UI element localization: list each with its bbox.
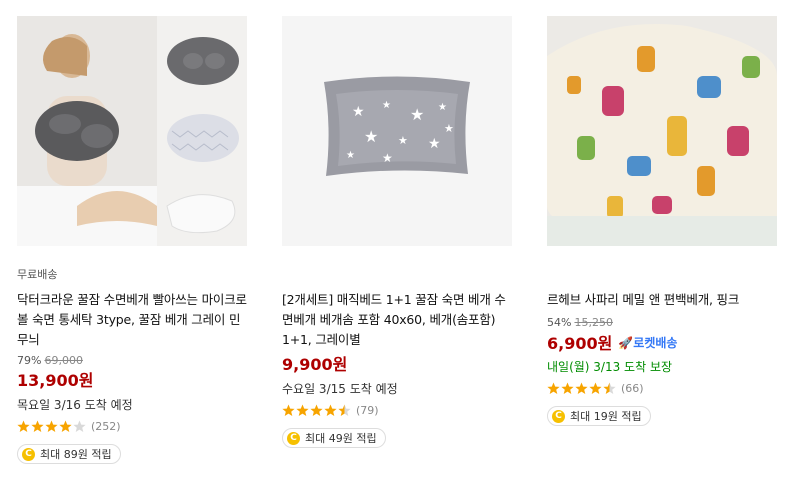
rating[interactable]: (66) [547, 380, 777, 396]
product-card[interactable]: 르헤브 사파리 메밀 앤 편백베개, 핑크 54% 15,250 6,900원 🚀로… [547, 16, 777, 426]
badge-row [282, 266, 512, 284]
star-icon [31, 420, 44, 432]
coin-icon: C [287, 431, 300, 445]
product-image[interactable]: ★ ★ ★ ★ ★ ★ ★ ★ ★ ★ [282, 16, 512, 246]
star-rating [17, 420, 87, 433]
star-icon [73, 420, 86, 432]
delivery-date: 내일(월) 3/13 도착 보장 [547, 360, 673, 374]
star-icon [59, 420, 72, 432]
sale-price: 6,900원 [547, 334, 613, 353]
rating[interactable]: (252) [17, 418, 247, 434]
original-price: 15,250 [574, 316, 613, 329]
cashback-text: 최대 89원 적립 [40, 448, 112, 461]
product-image[interactable] [547, 16, 777, 246]
cashback-text: 최대 49원 적립 [305, 432, 377, 445]
cashback-badge: C 최대 49원 적립 [282, 428, 386, 448]
star-icon [282, 404, 295, 416]
review-count: (252) [91, 419, 121, 433]
discount-row: 54% 15,250 [547, 316, 777, 330]
coin-icon: C [552, 409, 565, 423]
discount-rate: 79% [17, 354, 42, 367]
product-title[interactable]: 르헤브 사파리 메밀 앤 편백베개, 핑크 [547, 290, 777, 312]
rocket-label: 로켓배송 [633, 336, 678, 350]
star-icon [310, 404, 323, 416]
star-rating [547, 382, 617, 395]
cashback-badge: C 최대 89원 적립 [17, 444, 121, 464]
star-icon [575, 382, 588, 394]
star-icon [296, 404, 309, 416]
svg-text:★: ★ [438, 102, 447, 113]
rocket-icon: 🚀 [618, 336, 634, 350]
product-title[interactable]: [2개세트] 매직베드 1+1 꿀잠 숙면 베개 수면베개 베개솜 포함 40x… [282, 290, 512, 352]
discount-rate: 54% [547, 316, 572, 329]
svg-text:★: ★ [346, 150, 355, 161]
product-image[interactable] [17, 16, 247, 246]
original-price: 69,000 [44, 354, 83, 367]
star-icon [561, 382, 574, 394]
badge-row [547, 266, 777, 284]
review-count: (79) [356, 403, 379, 417]
star-icon [324, 404, 337, 416]
review-count: (66) [621, 381, 644, 395]
product-card[interactable]: 무료배송 닥터크라운 꿀잠 수면베개 빨아쓰는 마이크로볼 숙면 통세탁 3ty… [17, 16, 247, 464]
sale-price-row: 6,900원 🚀로켓배송 [547, 332, 777, 354]
svg-text:★: ★ [382, 100, 391, 111]
svg-text:★: ★ [352, 104, 365, 120]
star-icon [547, 382, 560, 394]
coin-icon: C [22, 447, 35, 461]
delivery-date: 수요일 3/15 도착 예정 [282, 382, 398, 396]
star-icon [589, 382, 602, 394]
star-icon [603, 382, 616, 394]
sale-price: 9,900원 [282, 355, 348, 374]
delivery-date: 목요일 3/16 도착 예정 [17, 398, 133, 412]
product-card[interactable]: ★ ★ ★ ★ ★ ★ ★ ★ ★ ★ [2개세트] 매직베드 1+1 꿀잠 숙… [282, 16, 512, 448]
free-shipping-badge: 무료배송 [17, 268, 58, 281]
svg-text:★: ★ [364, 127, 378, 146]
cashback-badge: C 최대 19원 적립 [547, 406, 651, 426]
star-icon [17, 420, 30, 432]
svg-text:★: ★ [410, 105, 424, 124]
star-icon [338, 404, 351, 416]
star-rating [282, 404, 352, 417]
sale-price: 13,900원 [17, 371, 94, 390]
svg-text:★: ★ [398, 134, 408, 147]
svg-text:★: ★ [428, 136, 441, 152]
discount-row: 79% 69,000 [17, 354, 247, 368]
product-title[interactable]: 닥터크라운 꿀잠 수면베개 빨아쓰는 마이크로볼 숙면 통세탁 3type, 꿀… [17, 290, 247, 352]
rocket-delivery-badge: 🚀로켓배송 [618, 332, 677, 354]
rating[interactable]: (79) [282, 402, 512, 418]
star-icon [45, 420, 58, 432]
cashback-text: 최대 19원 적립 [570, 410, 642, 423]
svg-text:★: ★ [444, 122, 454, 135]
svg-text:★: ★ [382, 151, 393, 165]
